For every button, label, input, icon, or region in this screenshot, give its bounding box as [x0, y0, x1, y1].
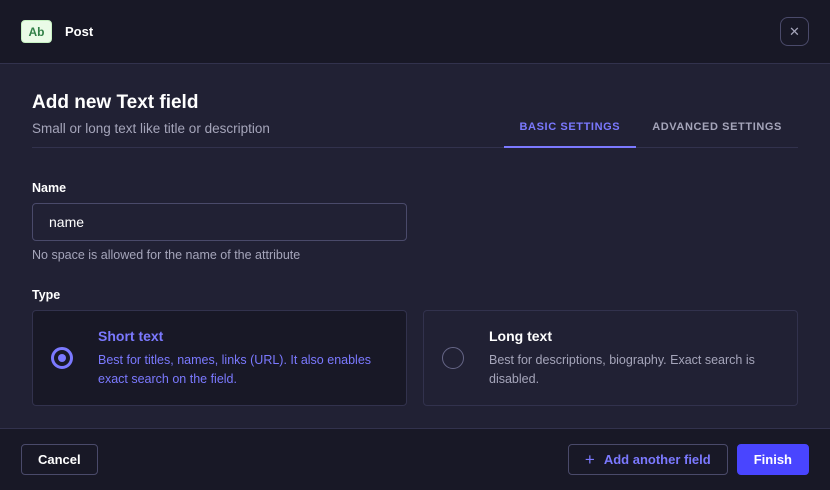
- settings-tabs: BASIC SETTINGS ADVANCED SETTINGS: [504, 109, 798, 147]
- content-type-title: Post: [65, 24, 93, 39]
- footer-actions: + Add another field Finish: [568, 444, 809, 475]
- option-short-text[interactable]: Short text Best for titles, names, links…: [32, 310, 407, 406]
- name-label: Name: [32, 181, 798, 195]
- option-description: Best for titles, names, links (URL). It …: [98, 351, 388, 387]
- name-input[interactable]: [32, 203, 407, 241]
- title-block: Add new Text field Small or long text li…: [32, 92, 270, 147]
- name-helper-text: No space is allowed for the name of the …: [32, 248, 798, 262]
- name-section: Name No space is allowed for the name of…: [32, 181, 798, 262]
- modal-header: Ab Post ✕: [0, 0, 830, 64]
- option-title: Long text: [489, 328, 779, 344]
- close-button[interactable]: ✕: [780, 17, 809, 46]
- modal-body: Add new Text field Small or long text li…: [0, 64, 830, 428]
- plus-icon: +: [585, 451, 595, 468]
- option-long-text[interactable]: Long text Best for descriptions, biograp…: [423, 310, 798, 406]
- option-text: Short text Best for titles, names, links…: [98, 328, 388, 387]
- page-subtitle: Small or long text like title or descrip…: [32, 121, 270, 136]
- add-another-field-label: Add another field: [604, 452, 711, 467]
- radio-dot: [58, 354, 66, 362]
- radio-unselected-icon[interactable]: [442, 347, 464, 369]
- page-title: Add new Text field: [32, 92, 270, 114]
- modal-footer: Cancel + Add another field Finish: [0, 428, 830, 490]
- tab-advanced-settings[interactable]: ADVANCED SETTINGS: [636, 109, 798, 148]
- tab-basic-settings[interactable]: BASIC SETTINGS: [504, 109, 637, 148]
- cancel-button[interactable]: Cancel: [21, 444, 98, 475]
- type-section: Type Short text Best for titles, names, …: [32, 288, 798, 406]
- type-options: Short text Best for titles, names, links…: [32, 310, 798, 406]
- option-text: Long text Best for descriptions, biograp…: [489, 328, 779, 387]
- add-field-modal: Ab Post ✕ Add new Text field Small or lo…: [0, 0, 830, 490]
- radio-selected-icon[interactable]: [51, 347, 73, 369]
- add-another-field-button[interactable]: + Add another field: [568, 444, 728, 475]
- option-description: Best for descriptions, biography. Exact …: [489, 351, 779, 387]
- close-icon: ✕: [789, 25, 800, 38]
- text-field-type-icon: Ab: [21, 20, 52, 43]
- option-title: Short text: [98, 328, 388, 344]
- title-row: Add new Text field Small or long text li…: [32, 92, 798, 148]
- finish-button[interactable]: Finish: [737, 444, 809, 475]
- type-label: Type: [32, 288, 798, 302]
